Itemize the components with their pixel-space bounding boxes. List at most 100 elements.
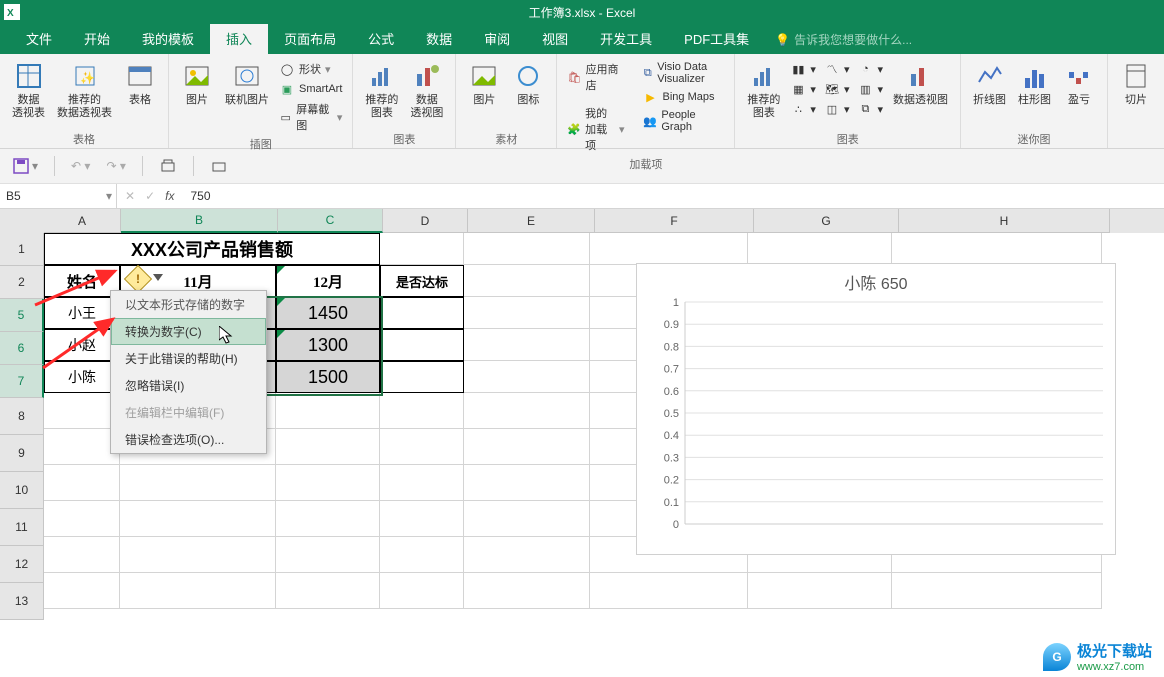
smartart-button[interactable]: ▣SmartArt (277, 80, 344, 98)
cell[interactable] (464, 429, 590, 465)
tell-me[interactable]: 💡 告诉我您想要做什么... (775, 31, 912, 54)
cell[interactable] (590, 573, 748, 609)
row-header[interactable]: 1 (0, 233, 44, 266)
visio-button[interactable]: ⧉Visio Data Visualizer (641, 60, 727, 86)
menu-layout[interactable]: 页面布局 (268, 23, 352, 54)
menu-dev[interactable]: 开发工具 (584, 23, 668, 54)
menu-file[interactable]: 文件 (10, 23, 68, 54)
cell[interactable] (464, 361, 590, 393)
shapes-button[interactable]: ◯形状 ▾ (277, 60, 344, 78)
cell[interactable] (464, 465, 590, 501)
cell[interactable] (44, 393, 120, 429)
print-preview-button[interactable] (159, 157, 177, 175)
chart-type-bar[interactable]: ▮▮▾ (788, 60, 818, 78)
cell[interactable] (276, 429, 380, 465)
table-button[interactable]: 表格 (118, 58, 162, 109)
embedded-chart[interactable]: 小陈 650 00.10.20.30.40.50.60.70.80.91 (636, 263, 1116, 555)
column-header[interactable]: A (44, 209, 121, 233)
cell[interactable] (380, 465, 464, 501)
undo-button[interactable]: ↶ ▾ (71, 159, 90, 173)
menu-templates[interactable]: 我的模板 (126, 23, 210, 54)
chart-type-line[interactable]: 〽▾ (822, 60, 852, 78)
recommended-chart2-button[interactable]: 推荐的 图表 (741, 58, 786, 122)
cell[interactable] (44, 501, 120, 537)
picture-button[interactable]: 图片 (175, 58, 219, 109)
fx-icon[interactable]: fx (165, 189, 174, 203)
menu-review[interactable]: 审阅 (468, 23, 526, 54)
select-all-corner[interactable] (0, 209, 45, 234)
pivot-chart-button[interactable]: 数据 透视图 (404, 58, 449, 122)
menu-start[interactable]: 开始 (68, 23, 126, 54)
people-graph-button[interactable]: 👥People Graph (641, 108, 727, 134)
sparkline-column-button[interactable]: 柱形图 (1012, 58, 1057, 109)
recommended-chart-button[interactable]: 推荐的 图表 (359, 58, 404, 122)
cell-dec[interactable]: 1450 (276, 297, 380, 329)
chart-type-map[interactable]: 🗺▾ (822, 80, 852, 98)
ctx-convert-to-number[interactable]: 转换为数字(C) (111, 318, 266, 345)
column-header[interactable]: D (383, 209, 468, 233)
recommended-pivot-button[interactable]: ✨ 推荐的 数据透视表 (51, 58, 118, 122)
cell[interactable] (748, 233, 892, 265)
cell-pass[interactable] (380, 329, 464, 361)
print-button[interactable] (210, 157, 228, 175)
cell[interactable] (892, 573, 1102, 609)
cell[interactable] (464, 501, 590, 537)
menu-pdf[interactable]: PDF工具集 (668, 23, 765, 54)
dropdown-arrow-icon[interactable] (152, 271, 164, 283)
cell-dec[interactable]: 1500 (276, 361, 380, 393)
cell[interactable] (120, 501, 276, 537)
tours-icon-button[interactable]: 图标 (506, 58, 550, 109)
cell[interactable] (464, 233, 590, 265)
cell[interactable] (464, 537, 590, 573)
row-header[interactable]: 13 (0, 583, 44, 620)
cell-pass[interactable] (380, 361, 464, 393)
save-button[interactable]: ▾ (12, 157, 38, 175)
cell-pass[interactable] (380, 297, 464, 329)
cell[interactable] (464, 393, 590, 429)
store-button[interactable]: 🛍应用商店 (565, 60, 626, 94)
column-header[interactable]: H (899, 209, 1110, 233)
cell[interactable] (464, 297, 590, 329)
bing-button[interactable]: ▶Bing Maps (641, 88, 727, 106)
table-title[interactable]: XXX公司产品销售额 (44, 233, 380, 265)
cell[interactable] (276, 501, 380, 537)
chart-type-stat[interactable]: ▥▾ (855, 80, 885, 98)
cell[interactable] (276, 537, 380, 573)
menu-formula[interactable]: 公式 (352, 23, 410, 54)
screenshot-button[interactable]: ▭屏幕截图 ▾ (277, 100, 344, 134)
menu-view[interactable]: 视图 (526, 23, 584, 54)
cell[interactable] (748, 573, 892, 609)
header-pass[interactable]: 是否达标 (380, 265, 464, 297)
row-header[interactable]: 11 (0, 509, 44, 546)
cell[interactable] (120, 537, 276, 573)
enter-icon[interactable]: ✓ (145, 189, 155, 203)
cell[interactable] (44, 537, 120, 573)
pivot-table-button[interactable]: 数据 透视表 (6, 58, 51, 122)
chart-type-surface[interactable]: ◫▾ (822, 100, 852, 118)
cell[interactable] (120, 465, 276, 501)
menu-data[interactable]: 数据 (410, 23, 468, 54)
row-header[interactable]: 12 (0, 546, 44, 583)
cell[interactable] (380, 429, 464, 465)
row-header[interactable]: 8 (0, 398, 44, 435)
cell[interactable] (590, 233, 748, 265)
ctx-options[interactable]: 错误检查选项(O)... (111, 426, 266, 453)
slicer-button[interactable]: 切片 (1114, 58, 1158, 109)
redo-button[interactable]: ↷ ▾ (106, 159, 125, 173)
cell[interactable] (464, 329, 590, 361)
column-header[interactable]: C (278, 209, 383, 233)
cell[interactable] (892, 233, 1102, 265)
column-header[interactable]: G (754, 209, 899, 233)
cell[interactable] (44, 465, 120, 501)
column-header[interactable]: B (121, 209, 278, 233)
cell-dec[interactable]: 1300 (276, 329, 380, 361)
cell[interactable] (380, 537, 464, 573)
chart-type-combo[interactable]: ⧉▾ (855, 100, 885, 118)
row-header[interactable]: 9 (0, 435, 44, 472)
name-box[interactable]: B5 ▾ (0, 184, 117, 208)
ctx-ignore[interactable]: 忽略错误(I) (111, 372, 266, 399)
pivot-chart2-button[interactable]: 数据透视图 (887, 58, 954, 109)
cell[interactable] (380, 573, 464, 609)
row-header[interactable]: 10 (0, 472, 44, 509)
cell[interactable] (380, 501, 464, 537)
